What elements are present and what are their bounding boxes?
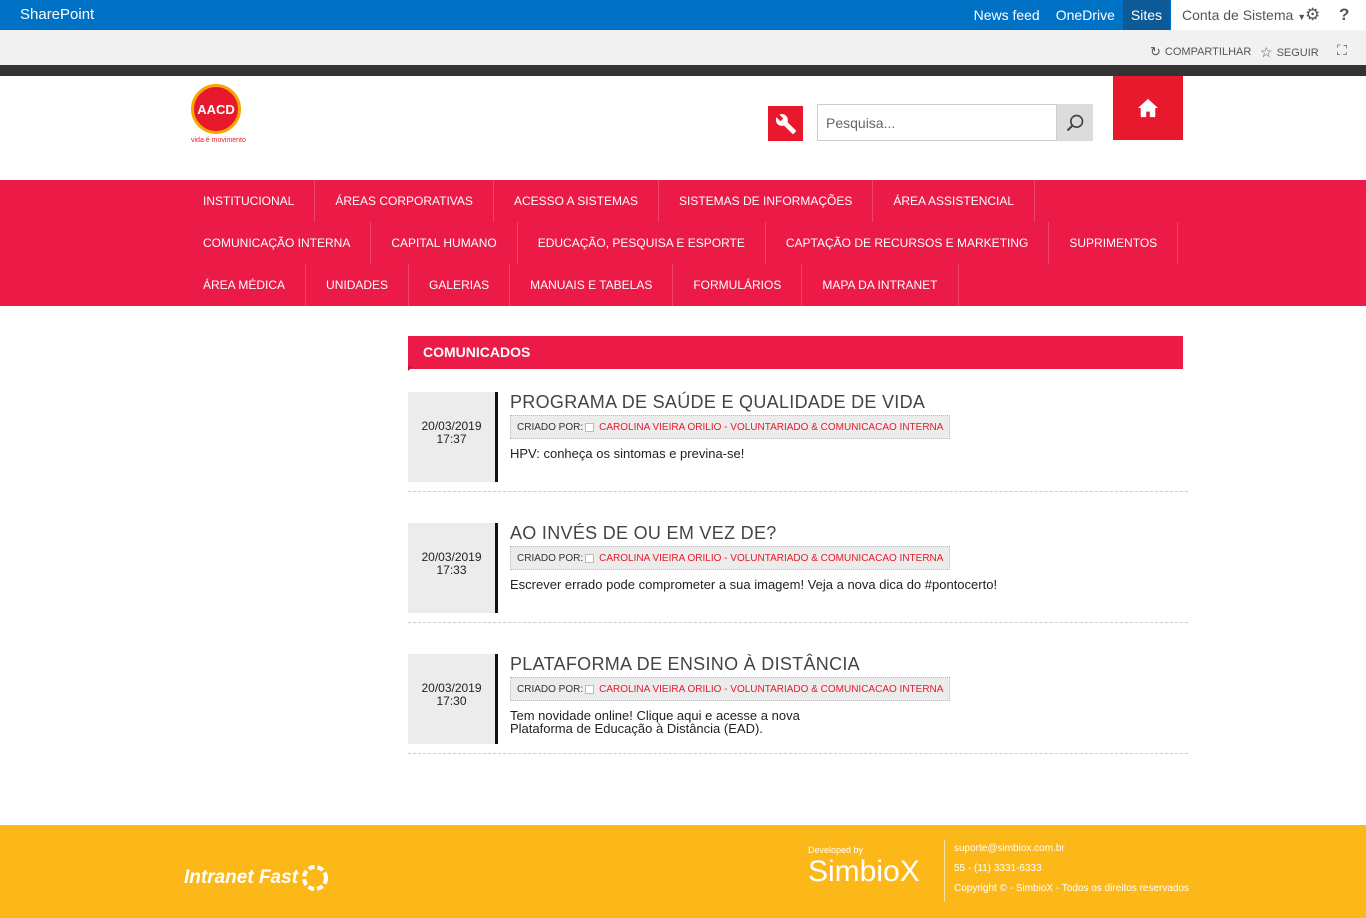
news-date-time: 17:30 — [436, 694, 467, 708]
home-icon — [1138, 98, 1158, 118]
section-header: COMUNICADOS — [408, 336, 1183, 371]
news-date: 20/03/2019 17:37 — [408, 392, 498, 482]
nav-item-suprimentos[interactable]: SUPRIMENTOS — [1049, 222, 1179, 264]
nav-item-formularios[interactable]: FORMULÁRIOS — [673, 264, 803, 306]
logo-mark: AACD — [191, 84, 241, 134]
developed-by: Developed by — [808, 845, 864, 855]
news-item: 20/03/2019 17:30 PLATAFORMA DE ENSINO À … — [408, 654, 1188, 754]
share-button[interactable]: ↻ COMPARTILHAR — [1150, 44, 1251, 60]
logo-tagline: vida é movimento — [191, 137, 246, 144]
onedrive-link[interactable]: OneDrive — [1048, 0, 1123, 30]
news-date: 20/03/2019 17:30 — [408, 654, 498, 744]
nav-item-comunicacao-interna[interactable]: COMUNICAÇÃO INTERNA — [183, 222, 372, 264]
nav-item-capital-humano[interactable]: CAPITAL HUMANO — [371, 222, 518, 264]
intranet-fast-logo: Intranet Fast — [184, 863, 330, 893]
news-meta: CRIADO POR: CAROLINA VIEIRA ORILIO - VOL… — [510, 415, 951, 439]
star-icon: ☆ — [1260, 44, 1273, 60]
news-item: 20/03/2019 17:33 AO INVÉS DE OU EM VEZ D… — [408, 523, 1188, 623]
suite-bar: SharePoint News feed OneDrive Sites Cont… — [0, 0, 1366, 30]
nav-row-1: INSTITUCIONAL ÁREAS CORPORATIVAS ACESSO … — [183, 180, 1036, 222]
nav-item-mapa-intranet[interactable]: MAPA DA INTRANET — [802, 264, 959, 306]
ribbon-bar: ↻ COMPARTILHAR ☆ SEGUIR ⛶ — [0, 30, 1366, 65]
newsfeed-link[interactable]: News feed — [966, 0, 1048, 30]
focus-mode-icon[interactable]: ⛶ — [1337, 42, 1347, 59]
nav-row-3: ÁREA MÉDICA UNIDADES GALERIAS MANUAIS E … — [183, 264, 959, 306]
nav-item-manuais[interactable]: MANUAIS E TABELAS — [510, 264, 674, 306]
help-icon[interactable]: ? — [1339, 5, 1349, 25]
follow-label: SEGUIR — [1276, 46, 1319, 59]
account-name: Conta de Sistema — [1182, 7, 1294, 23]
created-by-label: CRIADO POR: — [517, 552, 584, 564]
account-menu[interactable]: Conta de Sistema ▼ — [1182, 7, 1306, 23]
news-date-time: 17:37 — [436, 432, 467, 446]
news-date-time: 17:33 — [436, 563, 467, 577]
search-input[interactable] — [817, 104, 1057, 141]
search-button[interactable] — [1057, 104, 1093, 141]
follow-button[interactable]: ☆ SEGUIR — [1260, 44, 1319, 61]
nav-item-unidades[interactable]: UNIDADES — [306, 264, 410, 306]
search-icon — [1066, 114, 1084, 131]
share-label: COMPARTILHAR — [1164, 46, 1252, 58]
gear-icon[interactable]: ⚙ — [1305, 5, 1320, 25]
author-presence-icon — [585, 553, 595, 563]
news-title[interactable]: PLATAFORMA DE ENSINO À DISTÂNCIA — [510, 654, 860, 675]
support-phone: 55 - (11) 3331-6333 — [954, 863, 1042, 874]
created-by-label: CRIADO POR: — [517, 421, 584, 433]
suite-links: News feed OneDrive Sites — [966, 0, 1170, 30]
intranet-fast-label: Intranet Fast — [184, 867, 299, 888]
nav-item-sistemas-informacoes[interactable]: SISTEMAS DE INFORMAÇÕES — [659, 180, 874, 222]
header-divider — [0, 65, 1366, 76]
news-meta: CRIADO POR: CAROLINA VIEIRA ORILIO - VOL… — [510, 546, 951, 570]
nav-item-area-medica[interactable]: ÁREA MÉDICA — [183, 264, 307, 306]
simbiox-logo[interactable]: SimbioX — [808, 855, 920, 889]
news-date: 20/03/2019 17:33 — [408, 523, 498, 613]
nav-item-acesso-sistemas[interactable]: ACESSO A SISTEMAS — [494, 180, 659, 222]
author-link[interactable]: CAROLINA VIEIRA ORILIO - VOLUNTARIADO & … — [599, 684, 943, 695]
nav-item-galerias[interactable]: GALERIAS — [409, 264, 511, 306]
news-title[interactable]: PROGRAMA DE SAÚDE E QUALIDADE DE VIDA — [510, 392, 925, 413]
home-button[interactable] — [1113, 76, 1183, 140]
author-presence-icon — [585, 422, 595, 432]
wrench-icon — [775, 113, 796, 134]
nav-item-institucional[interactable]: INSTITUCIONAL — [183, 180, 316, 222]
author-presence-icon — [585, 684, 595, 694]
nav-item-educacao[interactable]: EDUCAÇÃO, PESQUISA E ESPORTE — [518, 222, 766, 264]
tools-button[interactable] — [768, 106, 803, 141]
footer: Intranet Fast Developed by SimbioX supor… — [0, 825, 1366, 918]
author-link[interactable]: CAROLINA VIEIRA ORILIO - VOLUNTARIADO & … — [599, 422, 943, 433]
author-link[interactable]: CAROLINA VIEIRA ORILIO - VOLUNTARIADO & … — [599, 553, 943, 564]
created-by-label: CRIADO POR: — [517, 683, 584, 695]
aacd-logo[interactable]: AACD vida é movimento — [191, 84, 246, 144]
sharepoint-brand[interactable]: SharePoint — [20, 6, 94, 23]
sites-link[interactable]: Sites — [1122, 0, 1170, 30]
news-meta: CRIADO POR: CAROLINA VIEIRA ORILIO - VOL… — [510, 677, 951, 701]
news-description: HPV: conheça os sintomas e previna-se! — [510, 446, 745, 461]
account-area: Conta de Sistema ▼ ⚙ ? — [1171, 0, 1366, 30]
footer-divider — [944, 840, 945, 902]
intranet-fast-icon — [302, 865, 329, 891]
nav-item-area-assistencial[interactable]: ÁREA ASSISTENCIAL — [873, 180, 1036, 222]
news-item: 20/03/2019 17:37 PROGRAMA DE SAÚDE E QUA… — [408, 392, 1188, 492]
nav-item-areas-corporativas[interactable]: ÁREAS CORPORATIVAS — [315, 180, 494, 222]
nav-row-2: COMUNICAÇÃO INTERNA CAPITAL HUMANO EDUCA… — [183, 222, 1179, 264]
news-description: Tem novidade online! Clique aqui e acess… — [510, 708, 800, 736]
copyright: Copyright © - SimbioX - Todos os direito… — [954, 883, 1190, 894]
support-email[interactable]: suporte@simbiox.com.br — [954, 843, 1065, 854]
news-description: Escrever errado pode comprometer a sua i… — [510, 577, 998, 592]
share-icon: ↻ — [1150, 44, 1161, 59]
section-title: COMUNICADOS — [423, 344, 531, 360]
news-title[interactable]: AO INVÉS DE OU EM VEZ DE? — [510, 523, 777, 544]
nav-item-captacao[interactable]: CAPTAÇÃO DE RECURSOS E MARKETING — [766, 222, 1050, 264]
main-nav: INSTITUCIONAL ÁREAS CORPORATIVAS ACESSO … — [0, 180, 1366, 306]
